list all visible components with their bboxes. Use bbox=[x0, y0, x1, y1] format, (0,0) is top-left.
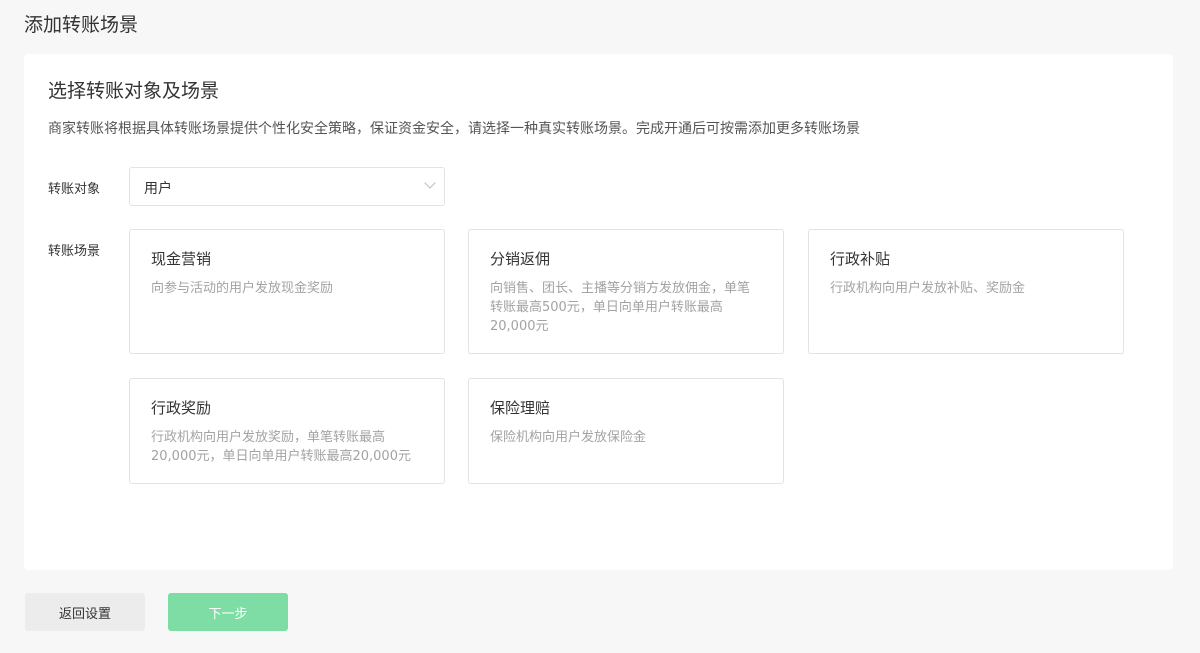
next-button[interactable]: 下一步 bbox=[168, 593, 288, 631]
section-description: 商家转账将根据具体转账场景提供个性化安全策略，保证资金安全，请选择一种真实转账场… bbox=[48, 121, 860, 137]
scene-desc: 向参与活动的用户发放现金奖励 bbox=[151, 281, 334, 296]
scene-card-insurance-claim[interactable]: 保险理赔 保险机构向用户发放保险金 bbox=[468, 378, 784, 484]
scene-desc: 行政机构向用户发放补贴、奖励金 bbox=[830, 281, 1026, 296]
chevron-down-icon bbox=[424, 177, 436, 189]
scene-desc: 保险机构向用户发放保险金 bbox=[490, 430, 647, 445]
scene-label: 转账场景 bbox=[48, 244, 101, 259]
scene-title: 保险理赔 bbox=[490, 399, 551, 417]
scene-card-admin-reward[interactable]: 行政奖励 行政机构向用户发放奖励，单笔转账最高20,000元，单日向单用户转账最… bbox=[129, 378, 445, 484]
page-title: 添加转账场景 bbox=[24, 14, 139, 36]
scene-title: 行政奖励 bbox=[151, 399, 212, 417]
target-value: 用户 bbox=[144, 181, 172, 197]
target-select[interactable]: 用户 bbox=[129, 167, 445, 206]
scene-title: 行政补贴 bbox=[830, 250, 891, 268]
scene-card-distribution-commission[interactable]: 分销返佣 向销售、团长、主播等分销方发放佣金，单笔转账最高500元，单日向单用户… bbox=[468, 229, 784, 354]
scene-card-cash-marketing[interactable]: 现金营销 向参与活动的用户发放现金奖励 bbox=[129, 229, 445, 354]
target-label: 转账对象 bbox=[48, 182, 101, 197]
scene-title: 现金营销 bbox=[151, 250, 212, 268]
section-title: 选择转账对象及场景 bbox=[48, 80, 220, 102]
scene-card-admin-subsidy[interactable]: 行政补贴 行政机构向用户发放补贴、奖励金 bbox=[808, 229, 1124, 354]
scene-desc: 向销售、团长、主播等分销方发放佣金，单笔转账最高500元，单日向单用户转账最高2… bbox=[490, 281, 751, 334]
scene-title: 分销返佣 bbox=[490, 250, 551, 268]
scene-desc: 行政机构向用户发放奖励，单笔转账最高20,000元，单日向单用户转账最高20,0… bbox=[151, 430, 411, 464]
back-button[interactable]: 返回设置 bbox=[25, 593, 145, 631]
scene-panel: 选择转账对象及场景 商家转账将根据具体转账场景提供个性化安全策略，保证资金安全，… bbox=[24, 54, 1173, 570]
